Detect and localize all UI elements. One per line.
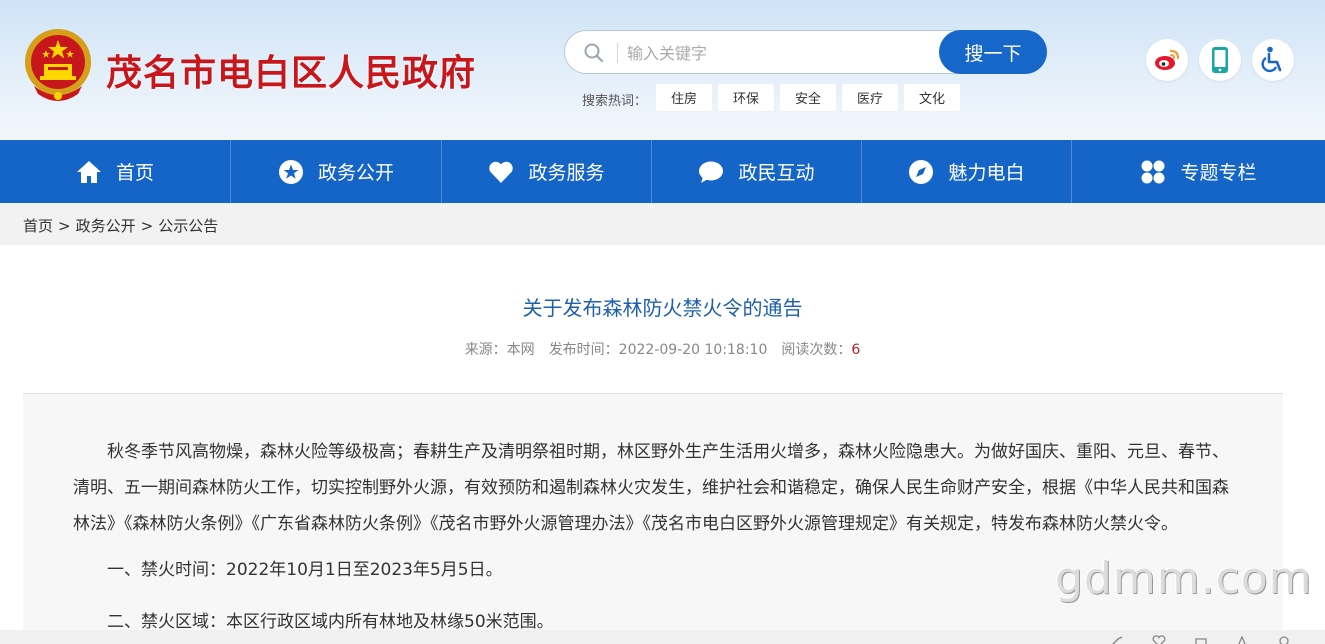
zoom-icon[interactable] — [1278, 632, 1292, 644]
breadcrumb: 首页 > 政务公开 > 公示公告 — [23, 215, 218, 236]
mobile-icon[interactable] — [1199, 39, 1241, 81]
footer-icon-group — [1110, 632, 1292, 644]
nav-item-charm-dianbai[interactable]: 魅力电白 — [862, 140, 1072, 203]
search-icon — [583, 42, 605, 64]
nav-label: 政民互动 — [738, 162, 815, 184]
favorite-icon[interactable] — [1152, 632, 1166, 644]
breadcrumb-home[interactable]: 首页 — [23, 217, 53, 235]
watermark: gdmm.com — [1055, 553, 1313, 604]
top-icon-group — [1146, 39, 1294, 81]
hot-tag-culture[interactable]: 文化 — [904, 84, 960, 111]
nav-item-gov-services[interactable]: 政务服务 — [442, 140, 652, 203]
nav-label: 专题专栏 — [1180, 162, 1257, 184]
site-header: 茂名市电白区人民政府 搜一下 搜索热词： 住房 环保 安全 医疗 文化 — [0, 0, 1325, 140]
nav-label: 政务服务 — [528, 162, 605, 184]
hot-search-tags: 住房 环保 安全 医疗 文化 — [656, 84, 960, 111]
breadcrumb-bar: 首页 > 政务公开 > 公示公告 — [0, 203, 1325, 245]
star-icon — [278, 159, 304, 185]
hot-search-label: 搜索热词： — [582, 94, 648, 109]
nav-item-interaction[interactable]: 政民互动 — [652, 140, 862, 203]
compass-icon — [908, 159, 934, 185]
breadcrumb-gov-open[interactable]: 政务公开 — [76, 217, 136, 235]
share-icon[interactable] — [1110, 632, 1124, 644]
nav-item-home[interactable]: 首页 — [0, 140, 231, 203]
search-divider — [617, 43, 618, 63]
read-count: 6 — [851, 342, 861, 358]
nav-label: 魅力电白 — [948, 162, 1025, 184]
grid-icon — [1140, 159, 1166, 185]
site-title[interactable]: 茂名市电白区人民政府 — [106, 44, 476, 96]
hot-tag-housing[interactable]: 住房 — [656, 84, 712, 111]
search-input[interactable] — [627, 39, 927, 67]
font-size-icon[interactable] — [1236, 632, 1250, 644]
hot-tag-medical[interactable]: 医疗 — [842, 84, 898, 111]
search-button[interactable]: 搜一下 — [939, 30, 1047, 74]
nav-item-gov-affairs-open[interactable]: 政务公开 — [231, 140, 442, 203]
accessibility-icon[interactable] — [1252, 39, 1294, 81]
breadcrumb-announcements[interactable]: 公示公告 — [158, 217, 218, 235]
article-publish-time: 发布时间：2022-09-20 10:18:10 — [548, 342, 768, 358]
main-nav: 首页 政务公开 政务服务 政民互动 魅力电白 专题专栏 — [0, 140, 1325, 203]
home-icon — [76, 159, 102, 185]
article-body: 秋冬季节风高物燥，森林火险等级极高；春耕生产及清明祭祖时期，林区野外生产生活用火… — [23, 393, 1283, 644]
breadcrumb-separator: > — [58, 217, 71, 235]
hot-tag-safety[interactable]: 安全 — [780, 84, 836, 111]
nav-label: 首页 — [115, 162, 154, 184]
nav-label: 政务公开 — [317, 162, 394, 184]
article-source: 来源：本网 — [464, 342, 535, 358]
search-box: 搜一下 — [564, 30, 1047, 74]
breadcrumb-separator: > — [140, 217, 154, 235]
chat-icon — [698, 159, 724, 185]
weibo-icon[interactable] — [1146, 39, 1188, 81]
article-paragraph: 秋冬季节风高物燥，森林火险等级极高；春耕生产及清明祭祖时期，林区野外生产生活用火… — [73, 442, 1229, 534]
article-title: 关于发布森林防火禁火令的通告 — [522, 296, 803, 320]
heart-icon — [488, 159, 514, 185]
national-emblem-icon[interactable] — [22, 26, 94, 104]
read-count-label: 阅读次数： — [781, 342, 852, 358]
nav-item-special-topics[interactable]: 专题专栏 — [1072, 140, 1325, 203]
print-icon[interactable] — [1194, 632, 1208, 644]
article-meta: 来源：本网 发布时间：2022-09-20 10:18:10 阅读次数：6 — [0, 339, 1325, 359]
hot-tag-environment[interactable]: 环保 — [718, 84, 774, 111]
